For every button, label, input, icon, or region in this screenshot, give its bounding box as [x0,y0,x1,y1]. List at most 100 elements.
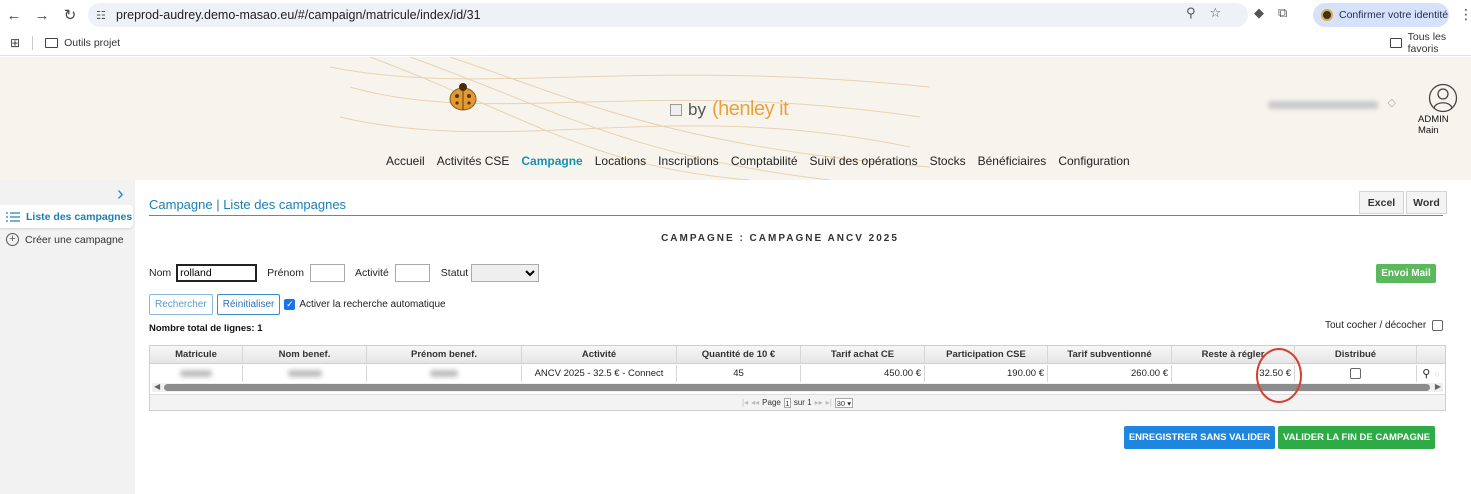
folder-icon [45,37,59,48]
column-header[interactable]: Matricule [150,346,243,363]
puzzle-icon[interactable]: ⧉ [1278,5,1287,21]
quantite-cell: 45 [677,365,801,382]
column-header[interactable]: Participation CSE [925,346,1048,363]
reload-icon[interactable]: ↻ [56,1,84,29]
last-page-icon[interactable]: ▸| [826,398,832,407]
statut-select[interactable] [471,264,540,282]
column-header[interactable]: Distribué [1295,346,1417,363]
rechercher-button[interactable]: Rechercher [149,294,213,315]
menu-item-stocks[interactable]: Stocks [930,154,966,168]
row-actions: ⚲ ○ [1417,365,1445,382]
distribue-checkbox[interactable] [1350,368,1361,379]
per-page-value: 30 [836,398,846,408]
activite-cell: ANCV 2025 - 32.5 € - Connect [522,365,677,382]
bookmark-star-icon[interactable]: ☆ [1210,5,1222,21]
auto-search-checkbox[interactable]: ✓ [284,299,296,310]
total-lines: Nombre total de lignes: 1 [149,323,263,334]
menu-item-suivi-des-operations[interactable]: Suivi des opérations [810,154,918,168]
save-without-validate-button[interactable]: ENREGISTRER SANS VALIDER [1124,426,1275,449]
scroll-left-icon[interactable]: ◀ [154,382,160,391]
organization-select[interactable]: ◇ [1262,94,1398,116]
menu-item-comptabilite[interactable]: Comptabilité [731,154,798,168]
column-header[interactable]: Quantité de 10 € [677,346,801,363]
folder-icon [1390,37,1402,48]
apps-grid-icon[interactable]: ⊞ [10,36,20,50]
column-header[interactable]: Tarif subventionné [1048,346,1172,363]
activite-label: Activité [354,267,389,279]
first-page-icon[interactable]: |◂ [742,398,748,407]
validate-end-campaign-button[interactable]: VALIDER LA FIN DE CAMPAGNE [1278,426,1435,449]
profile-avatar-icon [1321,9,1333,21]
scroll-right-icon[interactable]: ▶ [1435,382,1441,391]
prenom-cell [367,365,522,382]
browser-menu-icon[interactable]: ⋮ [1459,6,1471,23]
scroll-thumb[interactable] [164,384,1430,391]
forward-arrow-icon[interactable]: → [28,1,56,29]
campaign-title: Campagne : CAMPAGNE ANCV 2025 [661,233,899,244]
grid-pager: |◂ ◂◂ Page 1 sur 1 ▸▸ ▸| 30 ▾ [150,394,1445,410]
menu-item-beneficiaires[interactable]: Bénéficiaires [978,154,1047,168]
select-caret-icon: ◇ [1387,97,1396,109]
export-excel-button[interactable]: Excel [1359,191,1404,214]
horizontal-scrollbar[interactable]: ◀ ▶ [152,382,1443,392]
chevron-right-icon[interactable]: › [117,183,124,206]
confirm-identity-button[interactable]: Confirmer votre identité [1313,3,1449,27]
breadcrumb: Campagne | Liste des campagnes [149,197,347,212]
broken-image-icon [670,103,682,116]
all-bookmarks-label: Tous les favoris [1407,30,1447,55]
nom-cell [243,365,367,382]
menu-item-locations[interactable]: Locations [595,154,646,168]
column-header-actions [1417,346,1445,363]
menu-item-configuration[interactable]: Configuration [1058,154,1129,168]
address-bar-icons: ⚲ ☆ [1186,5,1221,21]
page-label: Page [762,398,781,407]
all-bookmarks[interactable]: Tous les favoris [1390,31,1471,55]
column-header[interactable]: Nom benef. [243,346,367,363]
sidebar-item-label: Liste des campagnes [26,210,133,223]
nom-input[interactable] [176,264,258,282]
envoi-mail-button[interactable]: Envoi Mail [1376,264,1436,283]
zoom-icon[interactable]: ⚲ [1186,5,1196,21]
blurred-matricule [180,370,212,377]
reinitialiser-button[interactable]: Réinitialiser [216,294,281,315]
filter-bar: Nom Prénom Activité Statut [149,264,540,282]
menu-item-inscriptions[interactable]: Inscriptions [658,154,719,168]
tout-cocher-checkbox[interactable] [1432,320,1444,331]
blurred-prenom [430,370,458,377]
table-row[interactable]: ANCV 2025 - 32.5 € - Connect 45 450.00 €… [150,365,1445,382]
bookmark-folder-outils[interactable]: Outils projet [45,37,120,49]
nom-label: Nom [149,267,172,279]
tout-cocher-label: Tout cocher / décocher [1325,320,1427,331]
column-header[interactable]: Activité [522,346,677,363]
henley-logo: by (henley it [670,98,789,121]
magnifier-icon[interactable]: ⚲ [1422,367,1430,380]
address-bar[interactable]: ☷ preprod-audrey.demo-masao.eu/#/campaig… [88,3,1248,27]
activite-input[interactable] [394,264,430,282]
auto-search-label: Activer la recherche automatique [299,299,446,310]
distribue-cell [1295,365,1417,382]
page-input[interactable]: 1 [783,397,791,408]
campaign-grid: Matricule Nom benef. Prénom benef. Activ… [149,345,1446,411]
identity-label: Confirmer votre identité [1339,9,1449,21]
participation-cell: 190.00 € [925,365,1048,382]
column-header[interactable]: Prénom benef. [367,346,522,363]
export-word-button[interactable]: Word [1406,191,1447,214]
column-header[interactable]: Tarif achat CE [801,346,925,363]
site-settings-icon[interactable]: ☷ [96,9,116,22]
menu-item-campagne[interactable]: Campagne [521,154,582,168]
per-page-select[interactable]: 30 ▾ [834,397,853,408]
breadcrumb-divider [149,215,1443,216]
sidebar-item-liste-campagnes[interactable]: Liste des campagnes [0,205,133,228]
menu-item-activites-cse[interactable]: Activités CSE [437,154,510,168]
user-avatar-icon[interactable] [1428,83,1458,113]
main-menu: Accueil Activités CSE Campagne Locations Ins… [386,154,1130,168]
bookmark-divider [32,35,34,50]
menu-item-accueil[interactable]: Accueil [386,154,425,168]
prenom-input[interactable] [309,264,345,282]
back-arrow-icon[interactable]: ← [0,1,28,29]
next-page-icon[interactable]: ▸▸ [815,398,823,407]
user-name: ADMIN Main [1418,114,1449,136]
extension-icon[interactable]: ◆ [1254,5,1264,21]
matricule-cell [150,365,243,382]
prev-page-icon[interactable]: ◂◂ [751,398,759,407]
